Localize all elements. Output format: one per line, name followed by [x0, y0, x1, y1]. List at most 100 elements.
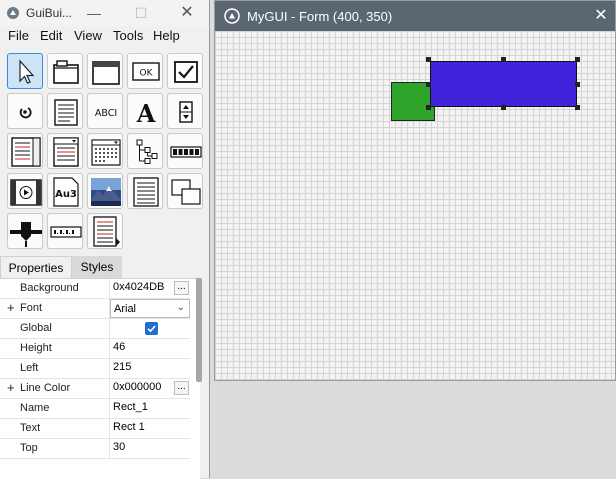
property-value-cell[interactable]: 0x4024DB ...: [109, 279, 189, 298]
app-icon: [224, 8, 240, 24]
tool-progress-button[interactable]: [167, 133, 203, 169]
checkbox-icon: [174, 61, 198, 83]
property-row-line-color[interactable]: + Line Color 0x000000 ...: [0, 379, 190, 399]
property-value: Rect 1: [113, 421, 145, 433]
label-icon: ABCI: [95, 108, 117, 119]
tool-avi-button[interactable]: [7, 173, 43, 209]
toolbox-window: GuiBui... — ☐ ✕ File Edit View Tools Hel…: [0, 0, 210, 479]
resize-handle-ne[interactable]: [575, 57, 580, 62]
combo-icon: [53, 137, 79, 167]
menu-edit[interactable]: Edit: [40, 28, 62, 43]
toolbox-title: GuiBui...: [26, 6, 73, 20]
tool-ip-address-button[interactable]: [47, 213, 83, 249]
tool-date-button[interactable]: [87, 133, 123, 169]
property-value-cell[interactable]: [109, 319, 189, 338]
maximize-icon[interactable]: ☐: [131, 3, 151, 23]
property-value-cell[interactable]: 46: [109, 339, 189, 358]
tool-radio-button[interactable]: [7, 93, 43, 129]
minimize-icon[interactable]: —: [84, 3, 104, 23]
property-row-global[interactable]: Global: [0, 319, 190, 339]
menu-tools[interactable]: Tools: [113, 28, 143, 43]
property-value: 215: [113, 361, 132, 373]
property-value-cell[interactable]: 30: [109, 439, 189, 458]
chevron-down-icon[interactable]: ⌄: [177, 302, 185, 313]
property-row-text[interactable]: Text Rect 1: [0, 419, 190, 439]
property-value-cell[interactable]: 215: [109, 359, 189, 378]
ip-address-icon: [50, 226, 82, 238]
property-row-height[interactable]: Height 46: [0, 339, 190, 359]
tool-checkbox-button[interactable]: [167, 53, 203, 89]
property-value-cell[interactable]: Rect_1: [109, 399, 189, 418]
resize-handle-w[interactable]: [426, 82, 431, 87]
property-row-background[interactable]: Background 0x4024DB ...: [0, 279, 190, 299]
resize-handle-n[interactable]: [501, 57, 506, 62]
property-row-font[interactable]: + Font Arial ⌄: [0, 299, 190, 319]
tab-icon: [53, 60, 79, 84]
property-name: Background: [20, 282, 79, 294]
property-row-name[interactable]: Name Rect_1: [0, 399, 190, 419]
list-icon: [133, 177, 159, 207]
property-name: Text: [20, 422, 41, 434]
property-value: 0x4024DB: [113, 281, 165, 293]
properties-tabs: Properties Styles: [0, 256, 209, 278]
resize-handle-sw[interactable]: [426, 105, 431, 110]
tool-updown-button[interactable]: Au3: [47, 173, 83, 209]
form-canvas[interactable]: [215, 31, 615, 380]
resize-handle-s[interactable]: [501, 105, 506, 110]
property-row-top[interactable]: Top 30: [0, 439, 190, 459]
property-name: Line Color: [20, 382, 71, 394]
menu-file[interactable]: File: [8, 28, 29, 43]
expand-icon[interactable]: +: [7, 380, 15, 395]
color-picker-button[interactable]: ...: [174, 381, 189, 395]
font-letter: A: [136, 99, 156, 128]
font-combo[interactable]: Arial ⌄: [110, 299, 190, 318]
tool-slider-button[interactable]: [7, 213, 43, 249]
property-row-left[interactable]: Left 215: [0, 359, 190, 379]
child-window-icon: [171, 179, 201, 205]
green-rectangle[interactable]: [391, 82, 435, 121]
resize-handle-e[interactable]: [575, 82, 580, 87]
property-name: Left: [20, 362, 39, 374]
tool-picture-button[interactable]: [87, 173, 123, 209]
tool-pointer-button[interactable]: [7, 53, 43, 89]
tool-listbox-button[interactable]: [7, 133, 43, 169]
properties-scrollbar[interactable]: [196, 278, 202, 382]
property-value-cell[interactable]: Arial ⌄: [109, 299, 190, 318]
tab-styles[interactable]: Styles: [72, 256, 122, 278]
rich-edit-icon: [93, 216, 120, 247]
tool-spinner-button[interactable]: [167, 93, 203, 129]
toolbox-title-bar[interactable]: GuiBui... — ☐ ✕: [0, 0, 209, 26]
tool-font-button[interactable]: A: [127, 93, 163, 129]
tool-tab-button[interactable]: [47, 53, 83, 89]
tool-child-window-button[interactable]: [167, 173, 203, 209]
tool-edit-button[interactable]: [47, 93, 83, 129]
resize-handle-se[interactable]: [575, 105, 580, 110]
property-value-cell[interactable]: Rect 1: [109, 419, 189, 438]
global-checkbox[interactable]: [145, 322, 158, 335]
slider-icon: [10, 222, 42, 247]
tool-rich-edit-button[interactable]: [87, 213, 123, 249]
tool-treeview-button[interactable]: [127, 133, 163, 169]
property-value-cell[interactable]: 0x000000 ...: [109, 379, 189, 398]
tool-list-button[interactable]: [127, 173, 163, 209]
group-icon: [92, 61, 120, 85]
tool-group-button[interactable]: [87, 53, 123, 89]
color-picker-button[interactable]: ...: [174, 281, 189, 295]
property-name: Top: [20, 442, 38, 454]
film-icon: [10, 179, 42, 206]
resize-handle-nw[interactable]: [426, 57, 431, 62]
selected-rectangle[interactable]: [430, 61, 577, 107]
label-text: ABCI: [95, 108, 117, 119]
close-icon[interactable]: ✕: [177, 3, 197, 23]
close-icon[interactable]: ✕: [591, 6, 611, 26]
tool-button-control[interactable]: OK: [127, 53, 163, 89]
tab-properties[interactable]: Properties: [0, 256, 72, 278]
tool-combo-button[interactable]: [47, 133, 83, 169]
menu-help[interactable]: Help: [153, 28, 180, 43]
menu-bar: File Edit View Tools Help: [0, 26, 209, 46]
tool-label-button[interactable]: ABCI: [87, 93, 123, 129]
menu-view[interactable]: View: [74, 28, 102, 43]
form-title-bar[interactable]: MyGUI - Form (400, 350) ✕: [215, 1, 615, 31]
app-icon: [7, 7, 19, 19]
expand-icon[interactable]: +: [7, 300, 15, 315]
